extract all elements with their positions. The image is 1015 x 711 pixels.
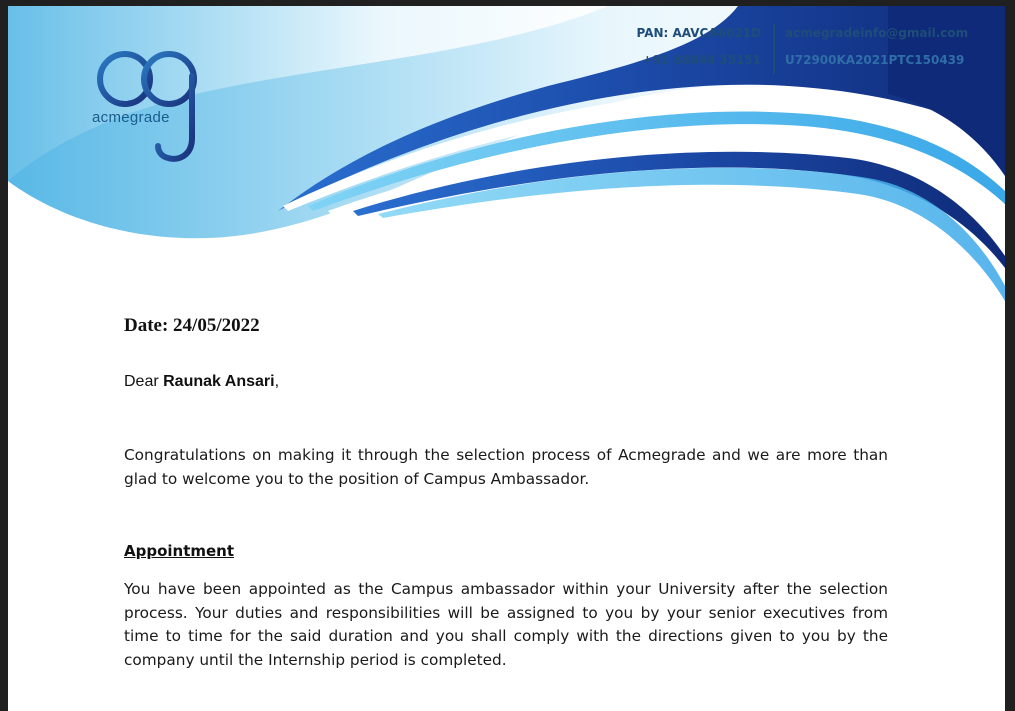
salutation-suffix: ,	[274, 373, 280, 390]
email-address: acmegradeinfo@gmail.com	[785, 26, 969, 40]
logo-wordmark: acmegrade	[92, 109, 170, 126]
document-viewer-frame: acmegrade PAN: AAVCA6021D +91 88844 3515…	[0, 0, 1015, 711]
phone-number: +91 88844 35151	[642, 53, 761, 67]
pan-number: PAN: AAVCA6021D	[636, 26, 762, 40]
cin-number: U72900KA2021PTC150439	[785, 53, 965, 67]
contact-divider	[773, 24, 775, 74]
recipient-name: Raunak Ansari	[163, 373, 275, 390]
appointment-paragraph: You have been appointed as the Campus am…	[124, 580, 888, 669]
section-heading-appointment: Appointment	[124, 542, 235, 560]
acmegrade-logo	[97, 51, 197, 162]
letter-page: acmegrade PAN: AAVCA6021D +91 88844 3515…	[8, 6, 1005, 711]
salutation: Dear Raunak Ansari,	[124, 373, 279, 391]
salutation-prefix: Dear	[124, 373, 164, 390]
company-ids-right: acmegradeinfo@gmail.com U72900KA2021PTC1…	[785, 26, 968, 80]
letter-date: Date: 24/05/2022	[124, 315, 260, 336]
intro-paragraph: Congratulations on making it through the…	[124, 446, 888, 488]
company-ids-left: PAN: AAVCA6021D +91 88844 35151	[637, 26, 762, 80]
